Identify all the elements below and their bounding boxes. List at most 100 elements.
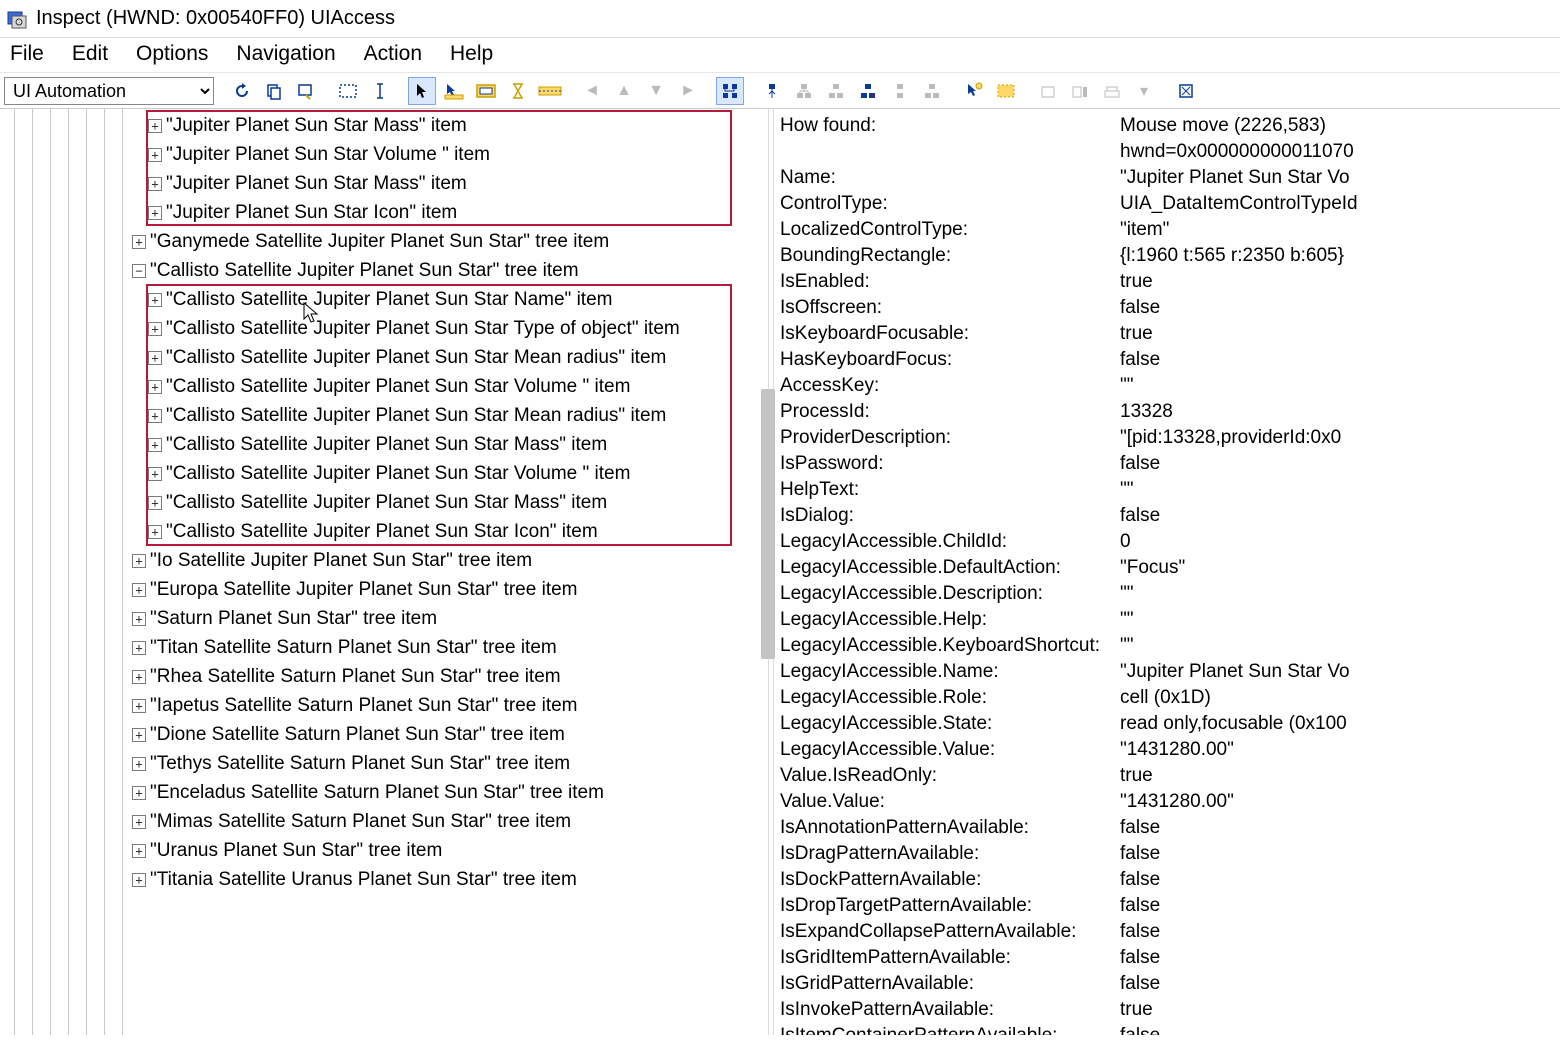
- tree-item-callisto-1[interactable]: +"Callisto Satellite Jupiter Planet Sun …: [0, 314, 768, 343]
- tree-d-icon[interactable]: [886, 77, 914, 105]
- prop-row: hwnd=0x000000000011070: [780, 139, 1554, 165]
- menu-options[interactable]: Options: [136, 42, 208, 66]
- misc-b-icon[interactable]: [1066, 77, 1094, 105]
- prop-row: LocalizedControlType:"item": [780, 217, 1554, 243]
- expand-icon[interactable]: +: [148, 525, 162, 539]
- tree-item-callisto-8[interactable]: +"Callisto Satellite Jupiter Planet Sun …: [0, 517, 768, 546]
- tree-item-rest-7[interactable]: +"Tethys Satellite Saturn Planet Sun Sta…: [0, 749, 768, 778]
- tree-item-jupiter-1[interactable]: +"Jupiter Planet Sun Star Volume " item: [0, 140, 768, 169]
- rect-dashed-icon[interactable]: [334, 77, 362, 105]
- tree-item-callisto[interactable]: −"Callisto Satellite Jupiter Planet Sun …: [0, 256, 768, 285]
- tree-item-rest-11[interactable]: +"Titania Satellite Uranus Planet Sun St…: [0, 865, 768, 894]
- expand-icon[interactable]: +: [148, 467, 162, 481]
- hourglass-icon[interactable]: [504, 77, 532, 105]
- expand-all-icon[interactable]: [1172, 77, 1200, 105]
- expand-icon[interactable]: +: [132, 612, 146, 626]
- tree-item-rest-9[interactable]: +"Mimas Satellite Saturn Planet Sun Star…: [0, 807, 768, 836]
- menu-action[interactable]: Action: [364, 42, 422, 66]
- tree-c-icon[interactable]: [854, 77, 882, 105]
- tree-item-ganymede[interactable]: +"Ganymede Satellite Jupiter Planet Sun …: [0, 227, 768, 256]
- cursor-mode-icon[interactable]: [408, 77, 436, 105]
- menu-edit[interactable]: Edit: [72, 42, 108, 66]
- expand-icon[interactable]: +: [132, 815, 146, 829]
- tree-item-rest-2[interactable]: +"Saturn Planet Sun Star" tree item: [0, 604, 768, 633]
- prop-key: AccessKey:: [780, 373, 1120, 399]
- misc-c-icon[interactable]: [1098, 77, 1126, 105]
- expand-icon[interactable]: +: [148, 438, 162, 452]
- action-cursor-icon[interactable]: [960, 77, 988, 105]
- misc-d-icon[interactable]: ▾: [1130, 77, 1158, 105]
- expand-icon[interactable]: +: [148, 177, 162, 191]
- misc-a-icon[interactable]: [1034, 77, 1062, 105]
- expand-icon[interactable]: +: [132, 728, 146, 742]
- tree-item-callisto-5[interactable]: +"Callisto Satellite Jupiter Planet Sun …: [0, 430, 768, 459]
- menu-file[interactable]: File: [10, 42, 44, 66]
- cursor-highlight-icon[interactable]: [440, 77, 468, 105]
- expand-icon[interactable]: +: [132, 554, 146, 568]
- tree-item-callisto-6[interactable]: +"Callisto Satellite Jupiter Planet Sun …: [0, 459, 768, 488]
- tree-item-callisto-4[interactable]: +"Callisto Satellite Jupiter Planet Sun …: [0, 401, 768, 430]
- tree-item-jupiter-3[interactable]: +"Jupiter Planet Sun Star Icon" item: [0, 198, 768, 227]
- menu-help[interactable]: Help: [450, 42, 493, 66]
- tree-item-rest-4[interactable]: +"Rhea Satellite Saturn Planet Sun Star"…: [0, 662, 768, 691]
- nav-back-icon[interactable]: ◄: [578, 77, 606, 105]
- highlight-rect-icon[interactable]: [472, 77, 500, 105]
- expand-icon[interactable]: +: [148, 409, 162, 423]
- expand-icon[interactable]: +: [148, 148, 162, 162]
- nav-up-icon[interactable]: ▲: [610, 77, 638, 105]
- tree-item-jupiter-2[interactable]: +"Jupiter Planet Sun Star Mass" item: [0, 169, 768, 198]
- refresh-icon[interactable]: [228, 77, 256, 105]
- expand-icon[interactable]: +: [148, 380, 162, 394]
- window-action-icon[interactable]: [292, 77, 320, 105]
- prop-value: "1431280.00": [1120, 737, 1554, 763]
- tree-item-rest-3[interactable]: +"Titan Satellite Saturn Planet Sun Star…: [0, 633, 768, 662]
- expand-icon[interactable]: +: [132, 641, 146, 655]
- expand-icon[interactable]: +: [132, 670, 146, 684]
- tree-item-rest-0[interactable]: +"Io Satellite Jupiter Planet Sun Star" …: [0, 546, 768, 575]
- expand-icon[interactable]: +: [132, 757, 146, 771]
- tree-item-callisto-2[interactable]: +"Callisto Satellite Jupiter Planet Sun …: [0, 343, 768, 372]
- scrollbar-thumb[interactable]: [761, 389, 775, 659]
- tree-item-rest-6[interactable]: +"Dione Satellite Saturn Planet Sun Star…: [0, 720, 768, 749]
- tree-item-callisto-3[interactable]: +"Callisto Satellite Jupiter Planet Sun …: [0, 372, 768, 401]
- expand-icon[interactable]: +: [148, 496, 162, 510]
- expand-icon[interactable]: +: [148, 293, 162, 307]
- prop-row: ControlType:UIA_DataItemControlTypeId: [780, 191, 1554, 217]
- menu-navigation[interactable]: Navigation: [236, 42, 335, 66]
- tree-item-rest-10[interactable]: +"Uranus Planet Sun Star" tree item: [0, 836, 768, 865]
- tree-mode-icon[interactable]: [716, 77, 744, 105]
- expand-icon[interactable]: −: [132, 264, 146, 278]
- tree-item-rest-5[interactable]: +"Iapetus Satellite Saturn Planet Sun St…: [0, 691, 768, 720]
- expand-icon[interactable]: +: [132, 786, 146, 800]
- expand-icon[interactable]: +: [148, 322, 162, 336]
- tree-e-icon[interactable]: [918, 77, 946, 105]
- copy-icon[interactable]: [260, 77, 288, 105]
- prop-key: LegacyIAccessible.Description:: [780, 581, 1120, 607]
- expand-icon[interactable]: +: [132, 235, 146, 249]
- tree-item-callisto-0[interactable]: +"Callisto Satellite Jupiter Planet Sun …: [0, 285, 768, 314]
- text-cursor-icon[interactable]: [366, 77, 394, 105]
- tree-item-rest-1[interactable]: +"Europa Satellite Jupiter Planet Sun St…: [0, 575, 768, 604]
- expand-icon[interactable]: +: [132, 699, 146, 713]
- nav-forward-icon[interactable]: ►: [674, 77, 702, 105]
- properties-pane[interactable]: How found:Mouse move (2226,583)hwnd=0x00…: [774, 109, 1560, 1035]
- tree-item-rest-8[interactable]: +"Enceladus Satellite Saturn Planet Sun …: [0, 778, 768, 807]
- expand-icon[interactable]: +: [148, 206, 162, 220]
- tree-item-jupiter-0[interactable]: +"Jupiter Planet Sun Star Mass" item: [0, 111, 768, 140]
- focus-rect-icon[interactable]: [992, 77, 1020, 105]
- parent-icon[interactable]: [758, 77, 786, 105]
- prop-key: LegacyIAccessible.DefaultAction:: [780, 555, 1120, 581]
- expand-icon[interactable]: +: [132, 844, 146, 858]
- expand-icon[interactable]: +: [132, 583, 146, 597]
- expand-icon[interactable]: +: [148, 119, 162, 133]
- tree-a-icon[interactable]: [790, 77, 818, 105]
- splitter[interactable]: [768, 109, 774, 1035]
- nav-down-icon[interactable]: ▼: [642, 77, 670, 105]
- mode-select[interactable]: UI Automation: [4, 77, 214, 105]
- highlight-wide-icon[interactable]: [536, 77, 564, 105]
- expand-icon[interactable]: +: [132, 873, 146, 887]
- tree-b-icon[interactable]: [822, 77, 850, 105]
- expand-icon[interactable]: +: [148, 351, 162, 365]
- tree-pane[interactable]: +"Jupiter Planet Sun Star Mass" item+"Ju…: [0, 109, 768, 1035]
- tree-item-callisto-7[interactable]: +"Callisto Satellite Jupiter Planet Sun …: [0, 488, 768, 517]
